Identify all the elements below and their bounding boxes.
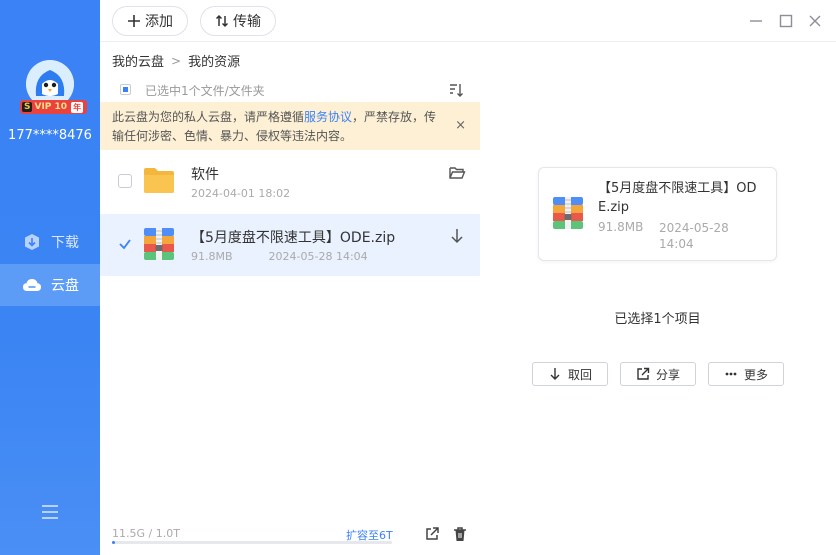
add-button-label: 添加	[145, 14, 173, 30]
file-row[interactable]: 软件 2024-04-01 18:02	[100, 151, 480, 213]
file-meta: 91.8MB 2024-05-28 14:04	[191, 250, 368, 263]
download-arrow-icon[interactable]	[448, 227, 466, 245]
nav-cloud[interactable]: 云盘	[0, 264, 100, 306]
sort-icon[interactable]	[448, 82, 464, 98]
storage-progress-bar	[112, 541, 392, 544]
vip-s-label: S	[22, 102, 33, 112]
folder-icon	[143, 164, 175, 198]
retrieve-button[interactable]: 取回	[532, 362, 608, 386]
close-icon[interactable]	[805, 11, 825, 31]
row-checkbox[interactable]	[118, 174, 132, 188]
plus-icon	[128, 15, 140, 27]
external-link-icon[interactable]	[424, 526, 440, 542]
detail-file-date: 2024-05-28 14:04	[659, 221, 729, 251]
minimize-icon[interactable]	[746, 11, 766, 31]
chevron-right-icon: >	[171, 53, 182, 68]
share-button-label: 分享	[655, 367, 680, 382]
service-agreement-link[interactable]: 服务协议	[304, 110, 352, 124]
nav-download-label: 下载	[51, 235, 79, 251]
vip-year-label: 年	[71, 101, 84, 113]
breadcrumb: 我的云盘 > 我的资源	[112, 51, 240, 71]
more-dots-icon	[725, 372, 737, 376]
notice-banner: 此云盘为您的私人云盘，请严格遵循服务协议，严禁存放，传输任何涉密、色情、暴力、侵…	[100, 102, 480, 150]
trash-icon[interactable]	[452, 526, 468, 542]
download-icon	[22, 232, 42, 252]
selected-count-text: 已选择1个项目	[614, 312, 701, 327]
checkmark-icon	[119, 239, 131, 250]
breadcrumb-current[interactable]: 我的资源	[188, 51, 240, 70]
notice-close-icon[interactable]: ×	[455, 116, 466, 135]
hamburger-menu-icon[interactable]	[40, 502, 60, 522]
cloud-icon	[22, 275, 42, 295]
detail-file-size: 91.8MB	[598, 220, 644, 234]
transfer-button-label: 传输	[233, 14, 261, 30]
vip-label: VIP 10	[34, 102, 68, 112]
detail-file-name: 【5月度盘不限速工具】ODE.zip	[598, 181, 757, 215]
top-bar: 添加 传输	[100, 0, 836, 42]
zip-file-icon	[552, 196, 584, 230]
add-button[interactable]: 添加	[112, 6, 188, 36]
selection-bar: 已选中1个文件/文件夹	[100, 78, 480, 102]
file-size: 91.8MB	[191, 250, 233, 263]
notice-text-before: 此云盘为您的私人云盘，请严格遵循	[112, 110, 305, 124]
nav-download[interactable]: 下载	[0, 221, 100, 263]
sidebar: S VIP 10 年 177****8476 下载 云盘	[0, 0, 100, 555]
row-checkbox-checked[interactable]	[118, 237, 132, 251]
breadcrumb-root[interactable]: 我的云盘	[112, 51, 164, 70]
maximize-icon[interactable]	[776, 11, 796, 31]
file-name: 【5月度盘不限速工具】ODE.zip	[191, 230, 396, 246]
file-date: 2024-04-01 18:02	[191, 187, 291, 200]
open-folder-icon[interactable]	[448, 164, 466, 182]
user-phone: 177****8476	[8, 128, 92, 143]
transfer-button[interactable]: 传输	[200, 6, 276, 36]
more-button[interactable]: 更多	[708, 362, 784, 386]
share-button[interactable]: 分享	[620, 362, 696, 386]
file-detail-card: 【5月度盘不限速工具】ODE.zip 91.8MB 2024-05-28 14:…	[538, 167, 777, 261]
storage-progress-fill	[112, 541, 116, 544]
zip-file-icon	[143, 227, 175, 261]
transfer-arrows-icon	[215, 14, 229, 28]
selection-text: 已选中1个文件/文件夹	[145, 84, 265, 98]
retrieve-button-label: 取回	[567, 367, 592, 382]
download-arrow-icon	[550, 368, 560, 380]
nav-cloud-label: 云盘	[51, 278, 79, 294]
file-name: 软件	[191, 167, 219, 183]
more-button-label: 更多	[743, 367, 768, 382]
select-all-checkbox[interactable]	[120, 84, 131, 95]
file-row[interactable]: 【5月度盘不限速工具】ODE.zip 91.8MB 2024-05-28 14:…	[100, 214, 480, 276]
share-icon	[637, 367, 650, 380]
file-meta: 2024-04-01 18:02	[191, 187, 290, 200]
vip-badge: S VIP 10 年	[20, 100, 88, 114]
file-date: 2024-05-28 14:04	[268, 250, 368, 263]
storage-usage-text: 11.5G / 1.0T	[112, 527, 180, 540]
app-window: S VIP 10 年 177****8476 下载 云盘 添加 传输 我的云盘 …	[0, 0, 836, 555]
